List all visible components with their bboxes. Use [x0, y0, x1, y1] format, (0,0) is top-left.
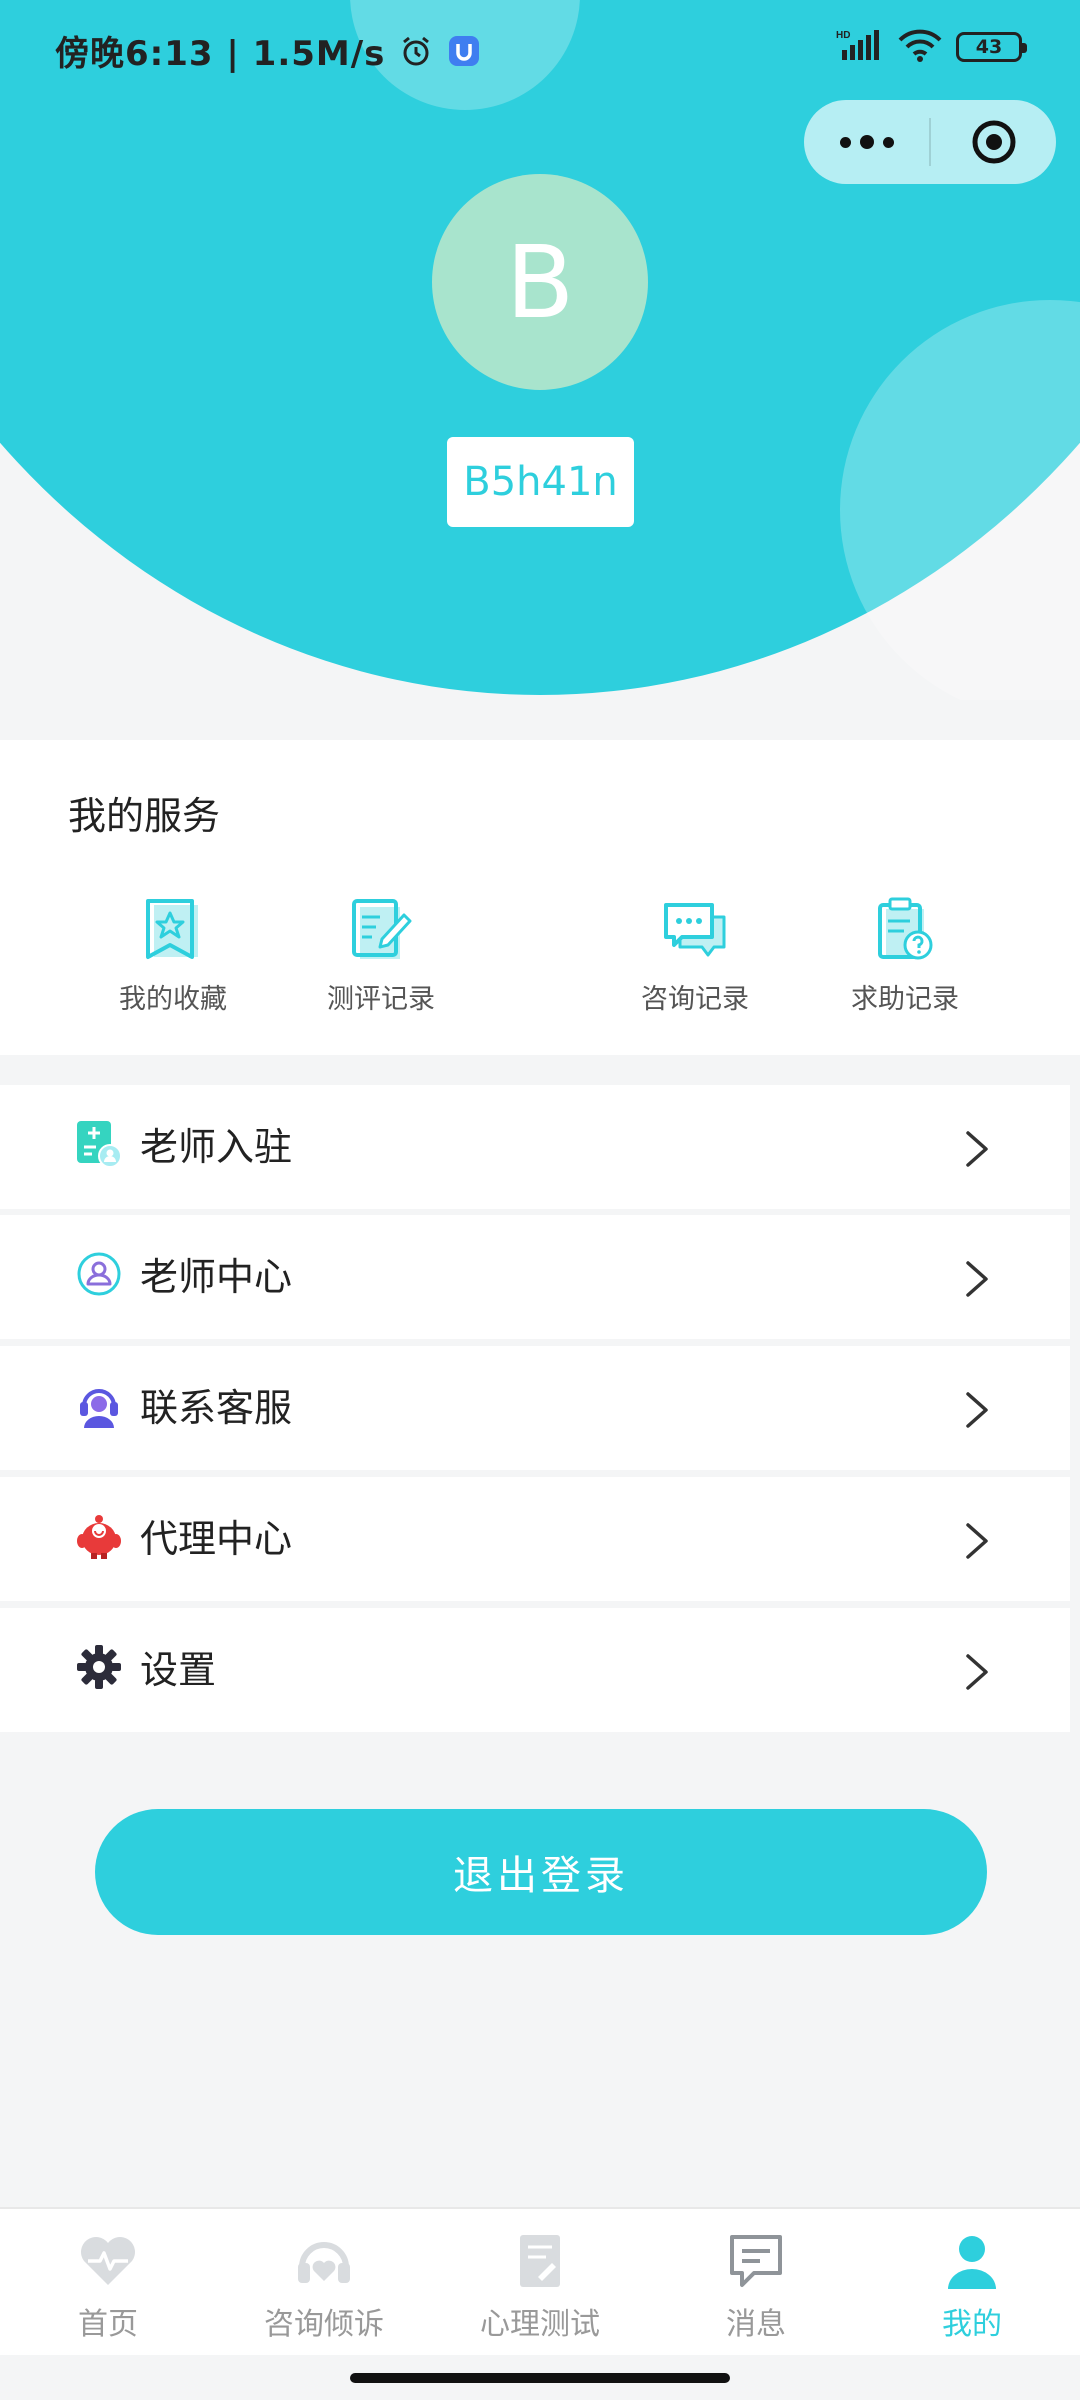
menu-label: 老师中心 [140, 1255, 293, 1299]
chevron-right-icon [966, 1523, 988, 1559]
tab-mine[interactable]: 我的 [864, 2229, 1080, 2343]
alarm-icon [399, 34, 433, 68]
edit-document-icon [346, 895, 416, 965]
close-miniprogram-button[interactable] [931, 100, 1056, 184]
bookmark-star-icon [138, 895, 208, 965]
chevron-right-icon [966, 1131, 988, 1167]
service-favorites[interactable]: 我的收藏 [93, 895, 253, 1016]
tab-label: 心理测试 [480, 2307, 600, 2342]
target-icon [972, 120, 1015, 164]
home-indicator[interactable] [350, 2373, 730, 2383]
teacher-profile-icon [74, 1249, 124, 1299]
logout-button[interactable]: 退出登录 [95, 1809, 987, 1935]
username-badge: B5h41n [447, 437, 634, 527]
status-bar: 傍晚6:13 | 1.5M/s HD 43 [0, 0, 1080, 100]
menu-item-settings[interactable]: 设置 [0, 1608, 1070, 1732]
test-paper-icon [508, 2229, 572, 2293]
service-label: 求助记录 [851, 984, 959, 1015]
status-left: 傍晚6:13 | 1.5M/s [55, 26, 481, 75]
menu-item-contact-service[interactable]: 联系客服 [0, 1346, 1070, 1470]
menu-item-teacher-center[interactable]: 老师中心 [0, 1215, 1070, 1339]
chevron-right-icon [966, 1654, 988, 1690]
tab-consult[interactable]: 咨询倾诉 [216, 2229, 432, 2343]
tab-label: 消息 [726, 2307, 786, 2342]
status-right: HD 43 [836, 28, 1027, 66]
headphones-heart-icon [292, 2229, 356, 2293]
app-notification-icon [447, 34, 481, 68]
my-services-card: 我的服务 我的收藏 测评记录 咨询记录 求助记录 [0, 740, 1080, 1055]
gear-icon [74, 1642, 124, 1692]
menu-label: 联系客服 [140, 1386, 293, 1430]
service-help-records[interactable]: 求助记录 [825, 895, 985, 1016]
status-time: 傍晚6:13 | 1.5M/s [55, 34, 386, 74]
menu-item-agent-center[interactable]: 代理中心 [0, 1477, 1070, 1601]
message-icon [724, 2229, 788, 2293]
user-icon [940, 2229, 1004, 2293]
tab-label: 首页 [78, 2307, 138, 2342]
tab-home[interactable]: 首页 [0, 2229, 216, 2343]
menu-label: 设置 [140, 1648, 217, 1692]
service-consult-records[interactable]: 咨询记录 [615, 895, 775, 1016]
wifi-icon [898, 28, 942, 66]
more-options-button[interactable] [804, 100, 929, 184]
menu-item-teacher-register[interactable]: 老师入驻 [0, 1085, 1070, 1209]
tab-messages[interactable]: 消息 [648, 2229, 864, 2343]
chat-bubbles-icon [660, 895, 730, 965]
chevron-right-icon [966, 1261, 988, 1297]
tab-label: 咨询倾诉 [264, 2307, 384, 2342]
battery-level: 43 [975, 36, 1003, 58]
avatar[interactable]: B [432, 174, 648, 390]
headset-service-icon [74, 1380, 124, 1430]
clipboard-question-icon [870, 895, 940, 965]
heart-pulse-icon [76, 2229, 140, 2293]
tab-psych-test[interactable]: 心理测试 [432, 2229, 648, 2343]
teacher-register-icon [74, 1119, 124, 1169]
service-assessment-records[interactable]: 测评记录 [301, 895, 461, 1016]
service-label: 咨询记录 [641, 984, 749, 1015]
avatar-letter: B [505, 223, 575, 341]
bottom-tab-bar: 首页 咨询倾诉 心理测试 消息 我的 [0, 2207, 1080, 2355]
svg-text:HD: HD [836, 30, 850, 41]
signal-icon: HD [836, 28, 884, 66]
battery-icon: 43 [956, 32, 1027, 62]
service-label: 我的收藏 [119, 984, 227, 1015]
agent-mascot-icon [74, 1511, 124, 1561]
menu-label: 老师入驻 [140, 1125, 293, 1169]
username: B5h41n [463, 459, 618, 505]
miniprogram-capsule [804, 100, 1056, 184]
service-label: 测评记录 [327, 984, 435, 1015]
menu-label: 代理中心 [140, 1517, 293, 1561]
tab-label: 我的 [942, 2307, 1002, 2342]
chevron-right-icon [966, 1392, 988, 1428]
services-title: 我的服务 [68, 794, 221, 838]
